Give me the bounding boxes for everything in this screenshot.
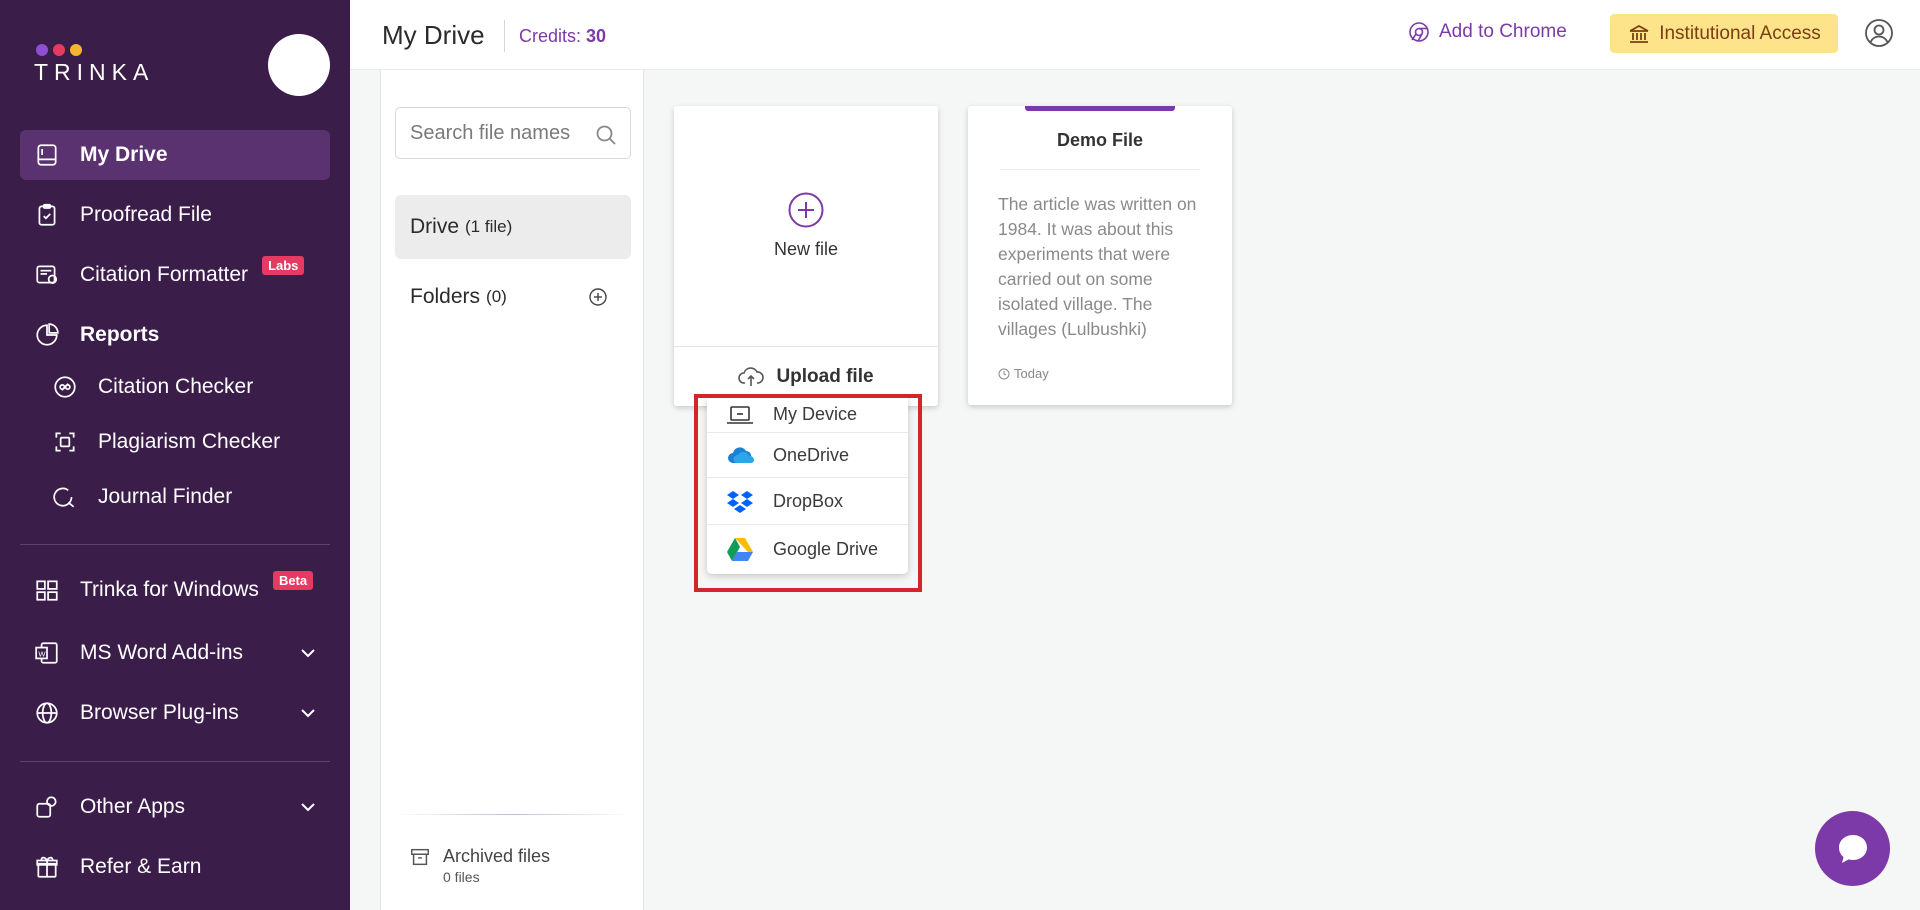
card-divider <box>1000 169 1200 170</box>
new-file-label: New file <box>773 239 839 259</box>
archived-files[interactable]: Archived files 0 files <box>409 846 550 885</box>
sidebar-divider <box>20 761 330 762</box>
credits-indicator: Credits: 30 <box>519 26 606 47</box>
panel-divider <box>395 814 631 815</box>
sidebar-item-browser-plugins[interactable]: Browser Plug-ins <box>20 688 330 738</box>
sidebar-item-label: Proofread File <box>80 203 212 226</box>
account-icon[interactable] <box>1864 18 1894 48</box>
sidebar-item-label: Plagiarism Checker <box>98 430 281 453</box>
archive-icon <box>411 848 429 866</box>
windows-icon <box>32 575 62 605</box>
chevron-down-icon[interactable] <box>298 703 318 723</box>
sidebar-item-label: Other Apps <box>80 795 186 818</box>
highlight-annotation <box>694 394 922 592</box>
drive-label: Drive <box>410 215 460 238</box>
chat-bubble-icon <box>1838 834 1867 863</box>
search-box[interactable] <box>395 107 631 159</box>
sidebar-item-label: MS Word Add-ins <box>80 641 244 664</box>
plagiarism-icon <box>50 427 80 457</box>
add-to-chrome-label: Add to Chrome <box>1439 21 1567 42</box>
sidebar-item-trinka-for-windows[interactable]: Trinka for Windows Beta <box>20 565 330 615</box>
gift-icon <box>32 852 62 882</box>
folders-count: (0) <box>486 287 507 306</box>
logo-text: TRINKA <box>34 59 155 85</box>
sidebar-item-reports[interactable]: Reports <box>20 310 330 360</box>
logo-dots <box>36 44 154 56</box>
demo-file-card[interactable]: Demo File The article was written on 198… <box>968 106 1232 405</box>
chevron-down-icon[interactable] <box>298 643 318 663</box>
word-icon: W <box>32 638 62 668</box>
sidebar-item-plagiarism-checker[interactable]: Plagiarism Checker <box>20 417 330 467</box>
page-title: My Drive <box>382 20 485 50</box>
globe-icon <box>32 698 62 728</box>
sidebar-item-label: Reports <box>80 323 160 346</box>
drive-count: (1 file) <box>465 217 513 236</box>
sidebar-item-proofread-file[interactable]: Proofread File <box>20 190 330 240</box>
institutional-access-button[interactable]: Institutional Access <box>1610 14 1838 53</box>
avatar[interactable] <box>268 34 330 96</box>
top-bar: My Drive Credits: 30 Add to Chrome Insti… <box>350 0 1920 70</box>
title-separator <box>504 20 505 52</box>
cloud-upload-icon <box>738 366 765 386</box>
new-file-button[interactable]: New file <box>674 106 938 345</box>
sidebar-item-label: Trinka for Windows <box>80 578 259 601</box>
sidebar-item-citation-checker[interactable]: Citation Checker <box>20 362 330 412</box>
add-folder-icon[interactable] <box>588 287 608 307</box>
sidebar-divider <box>20 544 330 545</box>
card-accent-strip <box>1025 106 1175 111</box>
sidebar-item-refer-earn[interactable]: Refer & Earn <box>20 842 330 892</box>
folders-label: Folders <box>410 285 481 308</box>
trinka-logo[interactable]: TRINKA <box>34 44 154 86</box>
sidebar-item-label: My Drive <box>80 143 168 166</box>
labs-badge: Labs <box>262 255 305 275</box>
sidebar-item-label: Journal Finder <box>98 485 233 508</box>
chrome-icon <box>1409 22 1429 42</box>
upload-file-label: Upload file <box>776 365 874 387</box>
file-date: Today <box>998 366 1049 381</box>
add-to-chrome-link[interactable]: Add to Chrome <box>1407 20 1567 44</box>
drive-nav-item[interactable]: Drive (1 file) <box>395 195 631 259</box>
chat-support-button[interactable] <box>1815 811 1890 886</box>
citation-formatter-icon <box>32 260 62 290</box>
credits-value: 30 <box>586 26 607 46</box>
archived-files-label: Archived files <box>443 846 551 866</box>
svg-text:W: W <box>38 649 46 658</box>
clock-icon <box>998 368 1010 379</box>
institutional-access-label: Institutional Access <box>1659 22 1821 44</box>
drive-icon <box>32 140 62 170</box>
sidebar-item-label: Citation Formatter <box>80 263 249 286</box>
reports-icon <box>32 320 62 350</box>
new-file-card: New file Upload file <box>674 106 938 406</box>
sidebar-item-citation-formatter[interactable]: Citation Formatter Labs <box>20 250 330 300</box>
archived-files-count: 0 files <box>443 869 480 885</box>
apps-icon <box>32 792 62 822</box>
file-preview: The article was written on 1984. It was … <box>998 194 1197 339</box>
clipboard-check-icon <box>32 200 62 230</box>
credits-label: Credits: <box>519 26 582 46</box>
file-date-label: Today <box>1014 366 1049 381</box>
sidebar-item-label: Citation Checker <box>98 375 254 398</box>
sidebar: TRINKA My Drive Proofread File Citation … <box>0 0 350 910</box>
chevron-down-icon[interactable] <box>298 797 318 817</box>
search-input[interactable] <box>410 121 590 145</box>
plus-circle-icon <box>788 192 824 228</box>
journal-search-icon <box>50 482 80 512</box>
citation-checker-icon <box>50 372 80 402</box>
file-title: Demo File <box>1056 130 1144 150</box>
sidebar-item-ms-word-addins[interactable]: W MS Word Add-ins <box>20 628 330 678</box>
beta-badge: Beta <box>272 570 314 590</box>
bank-icon <box>1629 24 1649 43</box>
sidebar-item-label: Refer & Earn <box>80 855 202 878</box>
search-icon[interactable] <box>594 123 618 147</box>
sidebar-item-label: Browser Plug-ins <box>80 701 239 724</box>
sidebar-item-other-apps[interactable]: Other Apps <box>20 782 330 832</box>
files-panel: Drive (1 file) Folders (0) Archived file… <box>380 70 644 910</box>
folders-nav-item[interactable]: Folders (0) <box>410 277 616 317</box>
sidebar-item-journal-finder[interactable]: Journal Finder <box>20 472 330 522</box>
sidebar-item-my-drive[interactable]: My Drive <box>20 130 330 180</box>
